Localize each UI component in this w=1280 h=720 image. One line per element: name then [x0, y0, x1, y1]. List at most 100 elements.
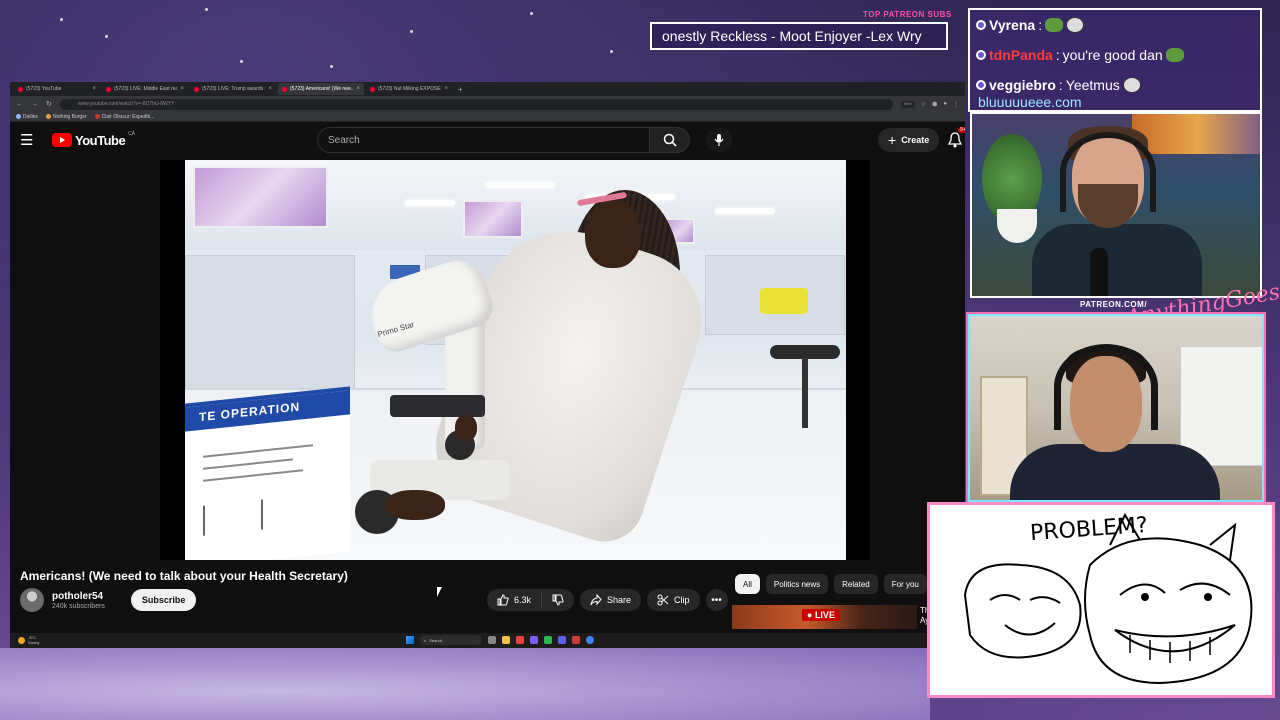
taskbar-apps: ⌕ Search [406, 635, 594, 645]
subscriber-count: 240k subscribers [52, 602, 105, 610]
taskbar-search[interactable]: ⌕ Search [420, 635, 482, 645]
search-button[interactable] [650, 127, 690, 153]
chip-all[interactable]: All [735, 574, 760, 594]
thumbs-up-icon [497, 594, 509, 606]
microphone-icon [1090, 248, 1108, 296]
chip-related[interactable]: Related [834, 574, 878, 594]
scissors-icon [657, 594, 669, 606]
extensions-icon[interactable]: ⬢ [932, 101, 937, 108]
video-title: Americans! (We need to talk about your H… [20, 569, 348, 583]
live-badge: ● LIVE [802, 609, 840, 621]
chip-for-you[interactable]: For you [883, 574, 927, 594]
youtube-masthead: ☰ YouTube CA +Create 9+ [10, 122, 965, 158]
close-tab-icon[interactable]: × [92, 86, 96, 92]
file-explorer-icon[interactable] [502, 636, 510, 644]
recommended-video-title[interactable]: Th Ay [920, 606, 929, 626]
youtube-favicon-icon [106, 86, 111, 92]
browser-tab-middle-east[interactable]: (5723) LIVE: Middle East real-ti...× [102, 83, 188, 95]
profile-icon[interactable]: ● [943, 101, 947, 108]
notifications-bell-icon[interactable] [948, 132, 962, 148]
app-icon[interactable] [544, 636, 552, 644]
chat-badge-icon [976, 50, 986, 60]
like-button[interactable]: 6.3k [487, 593, 543, 607]
url-field[interactable]: www.youtube.com/watch?v=-8O7hU-8WYY [59, 98, 893, 110]
top-patreon-label: TOP PATREON SUBS [863, 10, 952, 19]
bookmarks-bar: Dailies Nothing Burger Clair Obscur: Exp… [10, 112, 965, 122]
search-icon [663, 133, 677, 147]
voice-search-button[interactable] [706, 127, 732, 153]
app-icon[interactable] [530, 636, 538, 644]
trollface-drawing [963, 512, 1253, 685]
bookmark-item[interactable]: Nothing Burger [46, 114, 87, 120]
chat-badge-icon [976, 20, 986, 30]
back-icon[interactable]: ← [16, 101, 23, 108]
face-emote-icon [1066, 17, 1085, 33]
search-input[interactable] [317, 127, 650, 153]
channel-avatar[interactable] [20, 588, 44, 612]
video-actions: 6.3k Share Clip ••• [487, 589, 728, 611]
address-bar: ← → ↻ www.youtube.com/watch?v=-8O7hU-8WY… [10, 96, 965, 112]
browser-tab-nut-milking[interactable]: (5723) Nut Milking EXPOSED - × [366, 83, 452, 95]
task-view-icon[interactable] [488, 636, 496, 644]
headset-icon [1060, 132, 1156, 212]
lab-sign: TE OPERATION [185, 386, 350, 560]
search-icon: ⌕ [424, 637, 427, 643]
weather-widget[interactable]: -8°C Sunny [18, 635, 39, 645]
person-head [585, 200, 641, 268]
mouse-cursor [437, 587, 447, 597]
bookmark-item[interactable]: Dailies [16, 114, 38, 120]
windows-taskbar: -8°C Sunny ⌕ Search [10, 633, 965, 648]
browser-tab-trump[interactable]: (5723) LIVE: Trump awards Mar...× [190, 83, 276, 95]
yellow-bin [760, 288, 808, 314]
app-icon[interactable] [516, 636, 524, 644]
plus-icon: + [888, 132, 897, 148]
close-tab-icon[interactable]: × [356, 86, 360, 92]
close-tab-icon[interactable]: × [180, 86, 184, 92]
new-tab-button[interactable]: + [458, 85, 463, 94]
notification-count-badge: 9+ [958, 127, 965, 133]
sun-icon [18, 636, 25, 644]
headset-icon [1054, 344, 1158, 430]
chrome-icon[interactable] [586, 636, 594, 644]
windows-start-icon[interactable] [406, 636, 414, 644]
app-icon[interactable] [572, 636, 580, 644]
browser-tab-youtube[interactable]: (5723) YouTube × [14, 83, 100, 95]
youtube-play-logo-icon [52, 133, 72, 147]
search-bar [317, 127, 732, 153]
hamburger-menu-icon[interactable]: ☰ [20, 131, 44, 149]
dislike-button[interactable] [542, 594, 574, 606]
face-emote-icon [1122, 77, 1141, 93]
clip-button[interactable]: Clip [647, 589, 700, 611]
browser-tab-americans[interactable]: (5723) Americans! (We nee... × [278, 83, 364, 95]
browser-window: (5723) YouTube × (5723) LIVE: Middle East… [10, 82, 965, 648]
meme-drawing: PROBLEM? [930, 505, 1272, 695]
close-tab-icon[interactable]: × [268, 86, 272, 92]
zoom-level[interactable]: 90% [900, 100, 915, 108]
share-arrow-icon [590, 594, 602, 606]
youtube-logo[interactable]: YouTube CA [52, 131, 135, 148]
recommended-video-thumbnail[interactable]: ● LIVE [732, 605, 917, 629]
forward-icon[interactable]: → [31, 101, 38, 108]
microphone-icon [714, 134, 724, 146]
create-button[interactable]: + Create [878, 128, 940, 152]
subscribe-button[interactable]: Subscribe [130, 589, 197, 611]
discord-icon[interactable] [558, 636, 566, 644]
video-player[interactable]: Primo Star TE OPERATION [185, 160, 846, 560]
frog-emote-icon [1045, 18, 1064, 32]
youtube-favicon-icon [18, 86, 23, 92]
more-actions-button[interactable]: ••• [705, 589, 728, 611]
like-dislike-group: 6.3k [487, 589, 575, 611]
chip-politics-news[interactable]: Politics news [765, 574, 829, 594]
reload-icon[interactable]: ↻ [46, 100, 52, 108]
frog-emote-icon [1165, 48, 1184, 62]
lab-monitor [193, 166, 328, 228]
channel-name[interactable]: potholer54 [52, 591, 105, 602]
menu-icon[interactable]: ⋮ [953, 101, 959, 108]
bookmark-star-icon[interactable]: ☆ [921, 101, 926, 108]
thumbs-down-icon [552, 594, 564, 606]
close-tab-icon[interactable]: × [444, 86, 448, 92]
ellipsis-icon: ••• [711, 594, 722, 606]
webcam-streamer [970, 112, 1262, 298]
share-button[interactable]: Share [580, 589, 642, 611]
bookmark-item[interactable]: Clair Obscur: Expediti... [94, 114, 154, 120]
